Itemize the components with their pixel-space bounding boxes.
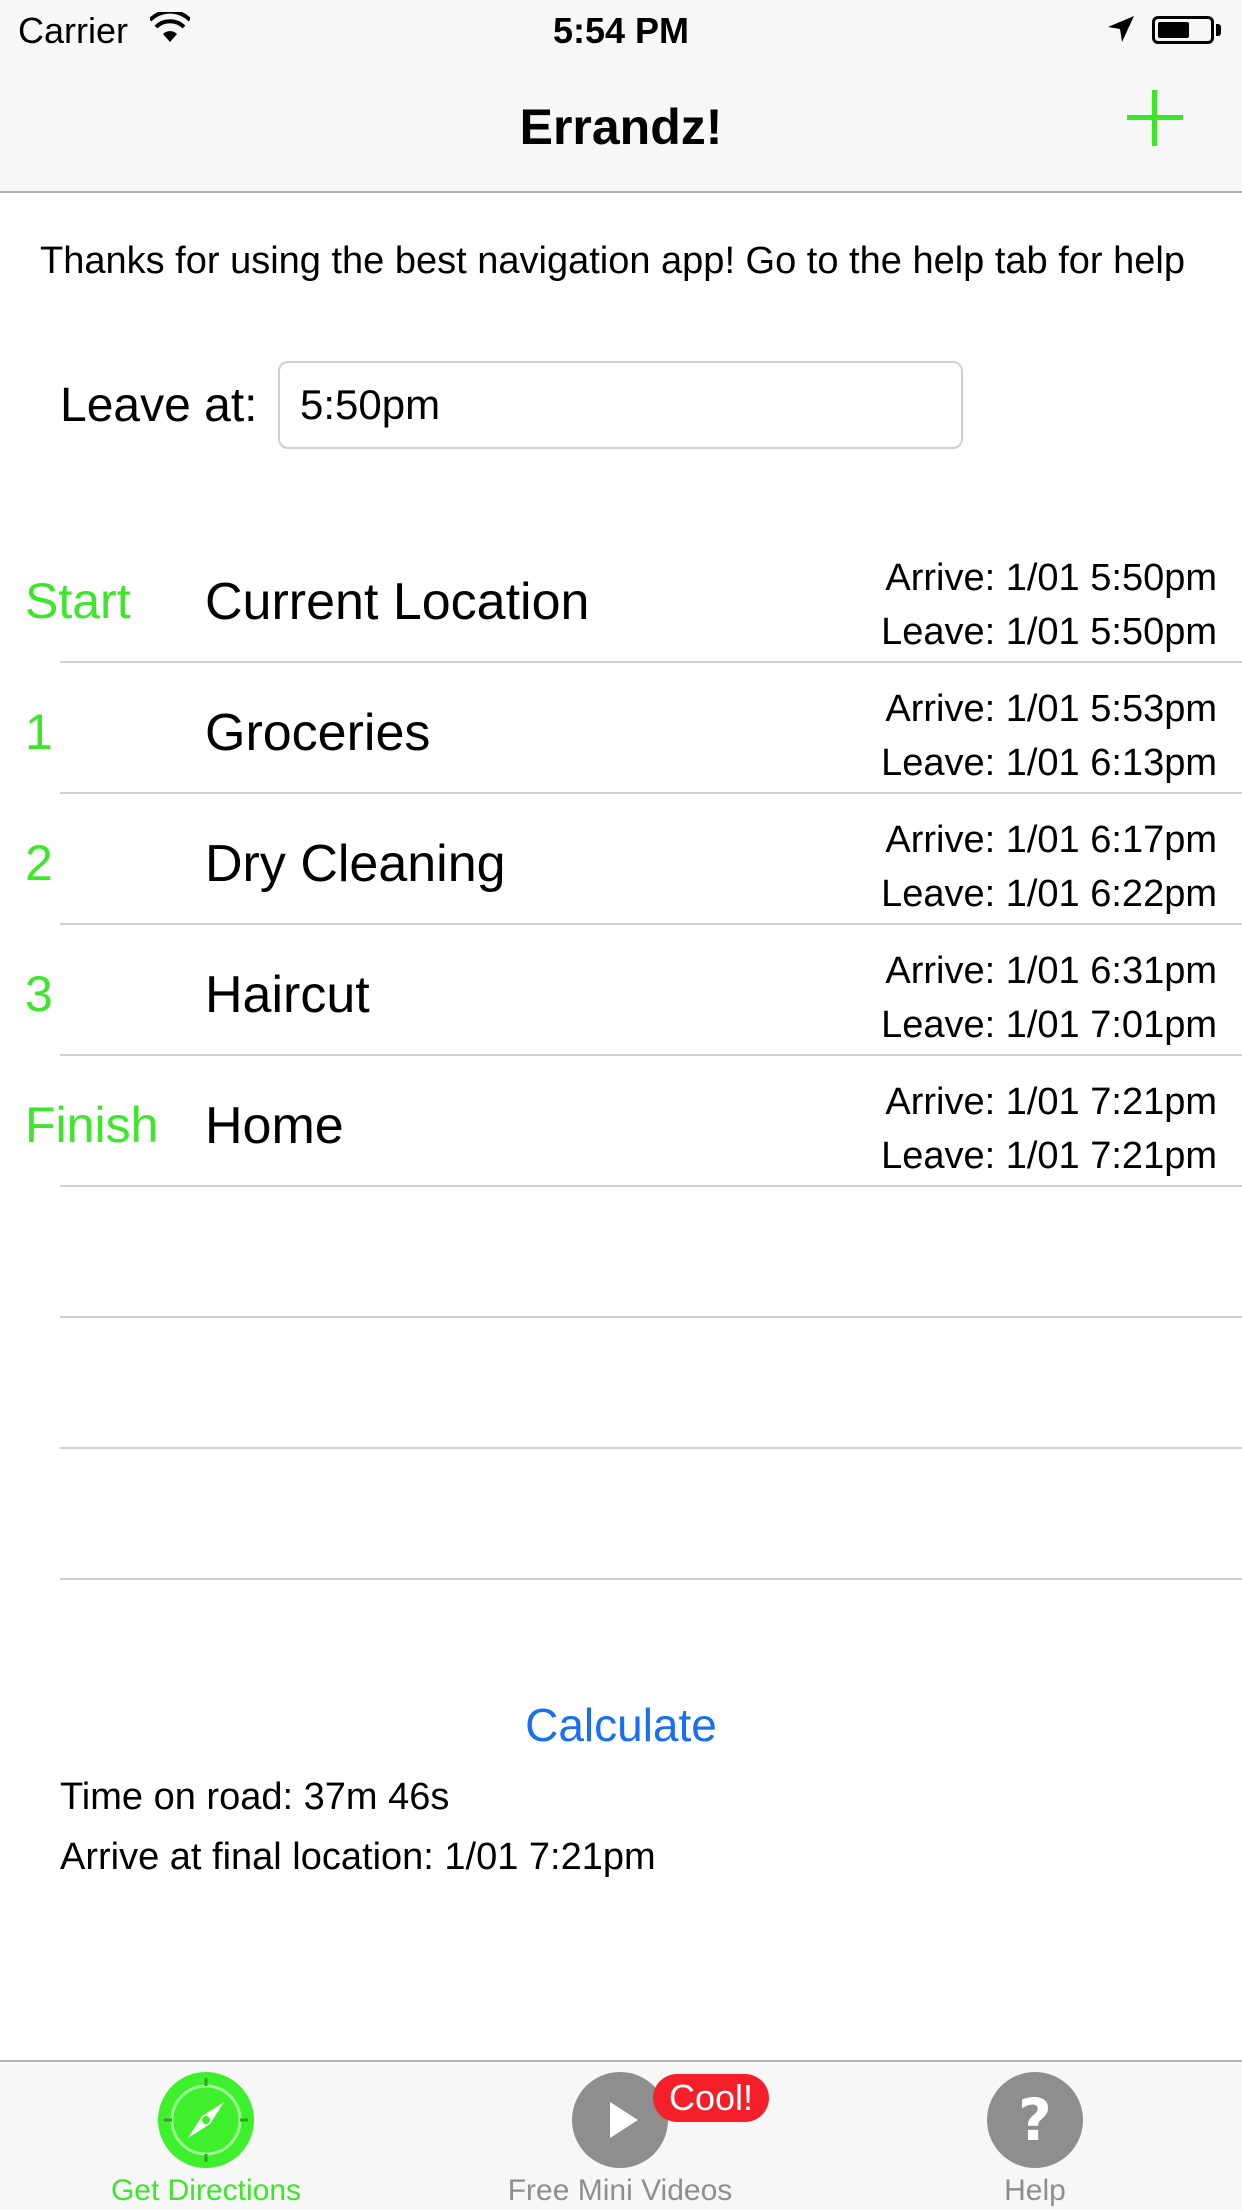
stop-label: 3 <box>25 966 53 1022</box>
stop-label: Start <box>25 573 131 629</box>
navigation-bar: Errandz! <box>0 60 1242 193</box>
tab-bar: Get Directions Free Mini Videos ? Help <box>0 2060 1242 2210</box>
empty-row[interactable] <box>0 1449 1242 1580</box>
stop-times: Arrive: 1/01 6:31pm Leave: 1/01 7:01pm <box>881 944 1217 1052</box>
stop-name: Groceries <box>205 704 431 762</box>
arrive-time: Arrive: 1/01 6:31pm <box>885 950 1217 992</box>
stop-label: 2 <box>25 835 53 891</box>
add-errand-button[interactable] <box>1125 90 1185 150</box>
svg-text:?: ? <box>1018 2086 1052 2154</box>
status-bar: Carrier 5:54 PM <box>0 0 1242 60</box>
intro-text: Thanks for using the best navigation app… <box>40 240 1185 282</box>
calculate-button[interactable]: Calculate <box>0 1698 1242 1752</box>
final-arrival-text: Arrive at final location: 1/01 7:21pm <box>60 1836 656 1878</box>
leave-time: Leave: 1/01 5:50pm <box>881 611 1217 653</box>
tab-label: Get Directions <box>110 2174 302 2207</box>
cool-badge: Cool! <box>653 2074 770 2122</box>
battery-tip <box>1216 24 1221 36</box>
arrive-time: Arrive: 1/01 7:21pm <box>885 1081 1217 1123</box>
play-icon <box>572 2072 668 2168</box>
stop-times: Arrive: 1/01 7:21pm Leave: 1/01 7:21pm <box>881 1075 1217 1183</box>
stop-row-2[interactable]: 2 Dry Cleaning Arrive: 1/01 6:17pm Leave… <box>0 794 1242 925</box>
leave-time: Leave: 1/01 6:13pm <box>881 742 1217 784</box>
tab-help[interactable]: ? Help <box>935 2062 1135 2210</box>
status-time: 5:54 PM <box>552 10 690 51</box>
empty-row[interactable] <box>0 1187 1242 1318</box>
stop-name: Current Location <box>205 573 590 631</box>
arrive-time: Arrive: 1/01 6:17pm <box>885 819 1217 861</box>
question-mark-icon: ? <box>987 2072 1083 2168</box>
arrive-time: Arrive: 1/01 5:50pm <box>885 557 1217 599</box>
tab-label: Free Mini Videos <box>507 2174 733 2207</box>
stop-row-1[interactable]: 1 Groceries Arrive: 1/01 5:53pm Leave: 1… <box>0 663 1242 794</box>
arrive-time: Arrive: 1/01 5:53pm <box>885 688 1217 730</box>
leave-time-input[interactable] <box>278 361 963 449</box>
empty-row[interactable] <box>0 1318 1242 1449</box>
stop-times: Arrive: 1/01 5:50pm Leave: 1/01 5:50pm <box>881 551 1217 659</box>
stops-list: Start Current Location Arrive: 1/01 5:50… <box>0 532 1242 1580</box>
leave-time: Leave: 1/01 6:22pm <box>881 873 1217 915</box>
stop-times: Arrive: 1/01 6:17pm Leave: 1/01 6:22pm <box>881 813 1217 921</box>
battery-icon <box>1152 16 1214 44</box>
stop-name: Dry Cleaning <box>205 835 506 893</box>
tab-label: Help <box>1004 2174 1066 2207</box>
stop-row-3[interactable]: 3 Haircut Arrive: 1/01 6:31pm Leave: 1/0… <box>0 925 1242 1056</box>
stop-row-finish[interactable]: Finish Home Arrive: 1/01 7:21pm Leave: 1… <box>0 1056 1242 1187</box>
tab-get-directions[interactable]: Get Directions <box>66 2062 346 2210</box>
location-arrow-icon <box>1108 16 1134 42</box>
stop-row-start[interactable]: Start Current Location Arrive: 1/01 5:50… <box>0 532 1242 663</box>
page-title: Errandz! <box>519 99 723 155</box>
stop-times: Arrive: 1/01 5:53pm Leave: 1/01 6:13pm <box>881 682 1217 790</box>
compass-icon <box>158 2072 254 2168</box>
road-time-text: Time on road: 37m 46s <box>60 1776 450 1818</box>
leave-at-label: Leave at: <box>60 379 258 432</box>
stop-label: 1 <box>25 704 53 760</box>
leave-time: Leave: 1/01 7:21pm <box>881 1135 1217 1177</box>
stop-label: Finish <box>25 1097 159 1153</box>
stop-name: Home <box>205 1097 344 1155</box>
leave-time: Leave: 1/01 7:01pm <box>881 1004 1217 1046</box>
stop-name: Haircut <box>205 966 370 1024</box>
